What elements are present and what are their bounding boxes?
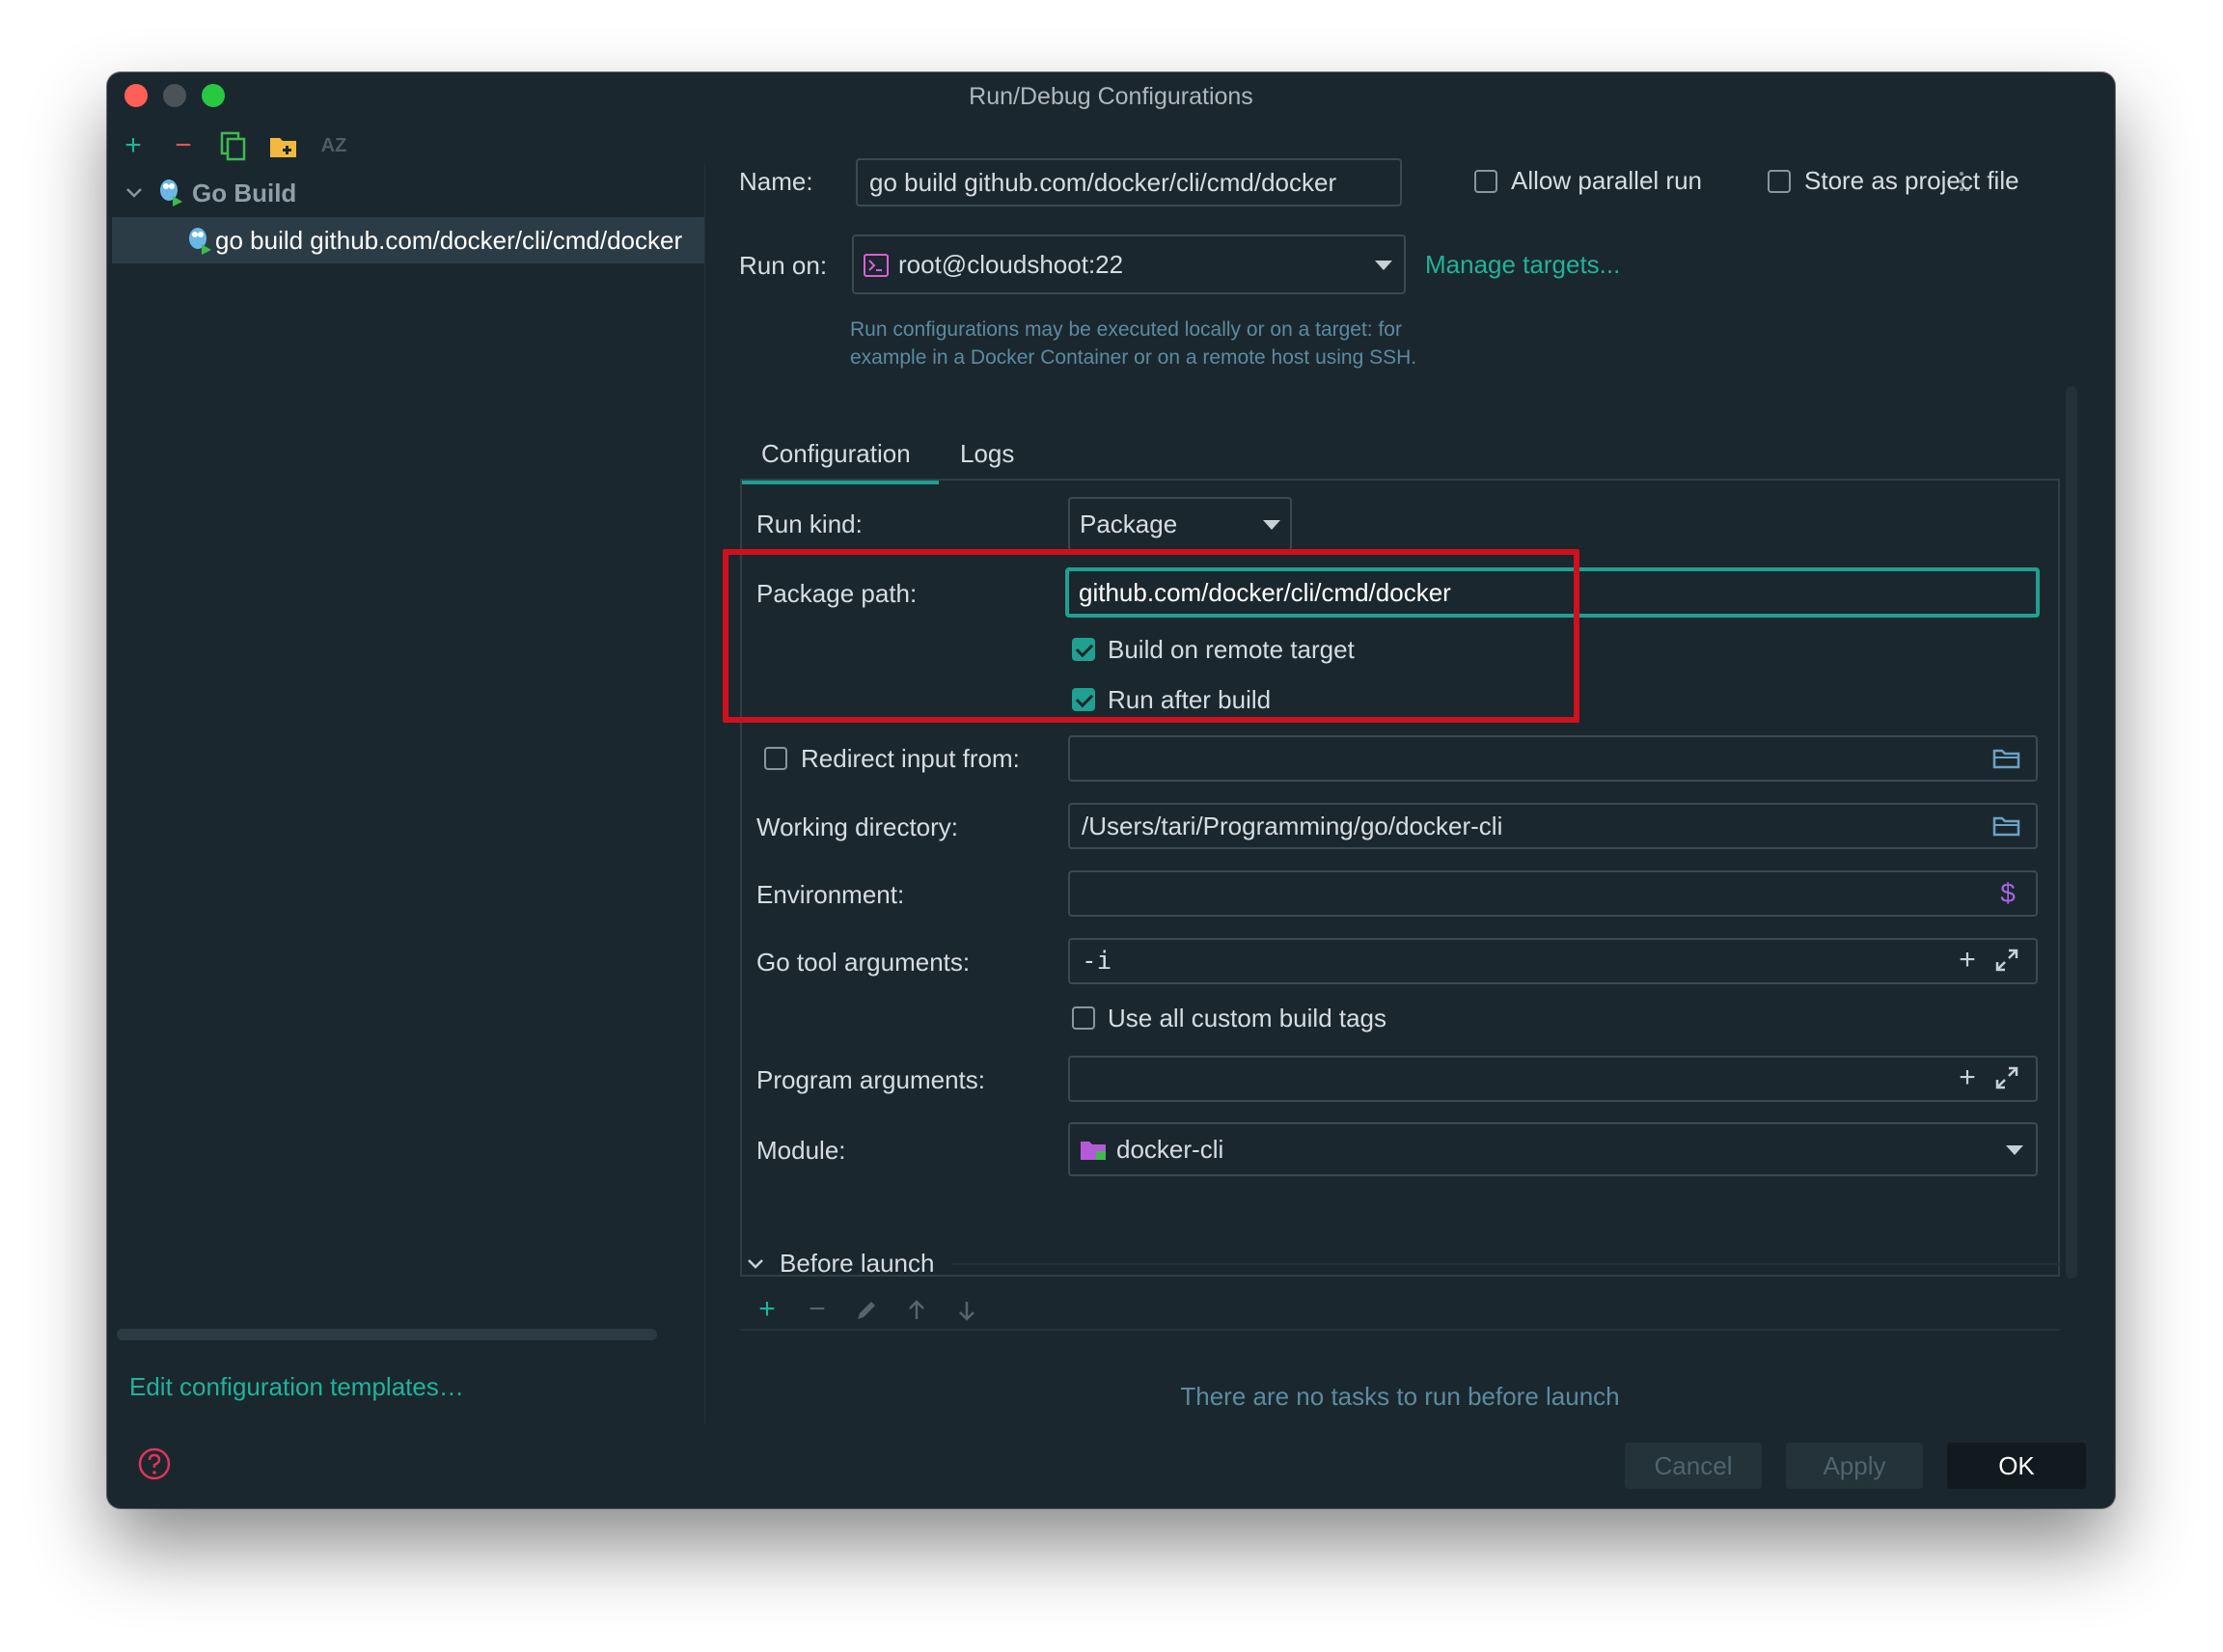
chevron-down-icon[interactable] bbox=[744, 1252, 767, 1275]
new-folder-icon[interactable] bbox=[267, 130, 300, 163]
run-on-select[interactable]: root@cloudshoot:22 bbox=[852, 234, 1406, 294]
sort-alphabetically-icon[interactable]: AZ bbox=[317, 130, 350, 161]
module-folder-icon bbox=[1080, 1138, 1109, 1163]
working-directory-input[interactable]: /Users/tari/Programming/go/docker-cli bbox=[1068, 803, 2038, 849]
ok-button[interactable]: OK bbox=[1947, 1443, 2086, 1489]
working-directory-label: Working directory: bbox=[756, 812, 959, 841]
title-bar: Run/Debug Configurations bbox=[107, 72, 2115, 121]
folder-icon[interactable] bbox=[1992, 746, 2021, 771]
cancel-button[interactable]: Cancel bbox=[1625, 1443, 1762, 1489]
move-up-icon[interactable] bbox=[904, 1298, 929, 1323]
expand-icon[interactable] bbox=[1994, 948, 2019, 973]
go-tool-arguments-value: -i bbox=[1082, 947, 1112, 976]
more-options-icon[interactable] bbox=[1958, 169, 1971, 196]
redirect-input-checkbox[interactable] bbox=[764, 747, 787, 770]
expand-icon[interactable] bbox=[1994, 1065, 2019, 1090]
redirect-input-label: Redirect input from: bbox=[801, 744, 1020, 773]
before-launch-title-rule bbox=[951, 1263, 2061, 1265]
go-gopher-icon bbox=[186, 225, 213, 256]
chevron-down-icon bbox=[1375, 261, 1392, 270]
allow-parallel-run-label: Allow parallel run bbox=[1511, 166, 1702, 195]
run-debug-configurations-dialog: Run/Debug Configurations + − AZ Go Build bbox=[107, 72, 2115, 1508]
run-kind-value: Package bbox=[1080, 509, 1178, 538]
before-launch-empty-text: There are no tasks to run before launch bbox=[1180, 1382, 1620, 1411]
go-tool-arguments-input[interactable]: -i bbox=[1068, 938, 2038, 984]
add-icon[interactable]: + bbox=[1950, 941, 1985, 979]
run-kind-select[interactable]: Package bbox=[1068, 497, 1292, 551]
sidebar-divider bbox=[704, 164, 705, 1423]
run-on-hint: Run configurations may be executed local… bbox=[850, 316, 1416, 372]
allow-parallel-run-checkbox[interactable] bbox=[1474, 170, 1497, 193]
name-label: Name: bbox=[739, 167, 813, 196]
environment-label: Environment: bbox=[756, 880, 905, 909]
minimize-window-button[interactable] bbox=[163, 84, 186, 107]
vertical-scrollbar[interactable] bbox=[2066, 386, 2077, 1279]
use-all-custom-build-tags-checkbox[interactable] bbox=[1072, 1006, 1095, 1030]
remove-icon[interactable]: − bbox=[800, 1290, 835, 1329]
chevron-down-icon bbox=[1263, 520, 1280, 530]
environment-input[interactable] bbox=[1068, 870, 2038, 917]
use-all-custom-build-tags-label: Use all custom build tags bbox=[1108, 1004, 1387, 1032]
run-on-label: Run on: bbox=[739, 251, 828, 280]
apply-button[interactable]: Apply bbox=[1786, 1443, 1923, 1489]
edit-configuration-templates-link[interactable]: Edit configuration templates… bbox=[129, 1367, 464, 1406]
close-window-button[interactable] bbox=[124, 84, 148, 107]
tree-group-go-build[interactable]: Go Build bbox=[192, 171, 481, 215]
store-as-project-file-label: Store as project file bbox=[1804, 166, 2019, 195]
add-icon[interactable]: + bbox=[117, 130, 150, 161]
environment-variables-icon[interactable]: $ bbox=[1996, 875, 2019, 912]
help-icon[interactable] bbox=[137, 1446, 172, 1481]
go-gopher-icon bbox=[157, 177, 184, 207]
copy-icon[interactable] bbox=[217, 130, 250, 163]
run-on-hint-line2: example in a Docker Container or on a re… bbox=[850, 346, 1417, 369]
tab-configuration-label: Configuration bbox=[761, 439, 911, 468]
chevron-down-icon[interactable] bbox=[123, 180, 146, 204]
add-icon[interactable]: + bbox=[1950, 1059, 1985, 1097]
module-value: docker-cli bbox=[1116, 1135, 1224, 1164]
window-title: Run/Debug Configurations bbox=[969, 83, 1253, 110]
before-launch-title[interactable]: Before launch bbox=[780, 1244, 934, 1282]
chevron-down-icon bbox=[2006, 1145, 2023, 1155]
move-down-icon[interactable] bbox=[954, 1298, 979, 1323]
sidebar-horizontal-scrollbar[interactable] bbox=[117, 1329, 657, 1340]
run-kind-label: Run kind: bbox=[756, 509, 863, 538]
redirect-input-field[interactable] bbox=[1068, 735, 2038, 782]
store-as-project-file-checkbox[interactable] bbox=[1768, 170, 1791, 193]
manage-targets-link[interactable]: Manage targets... bbox=[1425, 245, 1620, 284]
remove-icon[interactable]: − bbox=[167, 130, 200, 161]
program-arguments-label: Program arguments: bbox=[756, 1065, 985, 1094]
go-tool-arguments-label: Go tool arguments: bbox=[756, 948, 971, 977]
tab-logs[interactable]: Logs bbox=[948, 425, 1045, 484]
highlight-annotation-box bbox=[723, 549, 1579, 723]
add-icon[interactable]: + bbox=[750, 1290, 784, 1329]
terminal-icon bbox=[864, 254, 889, 277]
before-launch-list: There are no tasks to run before launch bbox=[740, 1329, 2060, 1425]
tab-logs-label: Logs bbox=[960, 439, 1015, 468]
tab-configuration[interactable]: Configuration bbox=[740, 425, 939, 484]
module-label: Module: bbox=[756, 1136, 846, 1165]
run-on-value: root@cloudshoot:22 bbox=[898, 250, 1124, 279]
module-select[interactable]: docker-cli bbox=[1068, 1122, 2038, 1176]
tree-item-go-build-docker[interactable]: go build github.com/docker/cli/cmd/docke… bbox=[215, 218, 703, 262]
program-arguments-input[interactable] bbox=[1068, 1056, 2038, 1102]
folder-icon[interactable] bbox=[1992, 813, 2021, 839]
maximize-window-button[interactable] bbox=[202, 84, 225, 107]
run-on-hint-line1: Run configurations may be executed local… bbox=[850, 318, 1402, 341]
name-input[interactable]: go build github.com/docker/cli/cmd/docke… bbox=[856, 158, 1402, 206]
edit-icon[interactable] bbox=[854, 1298, 879, 1323]
